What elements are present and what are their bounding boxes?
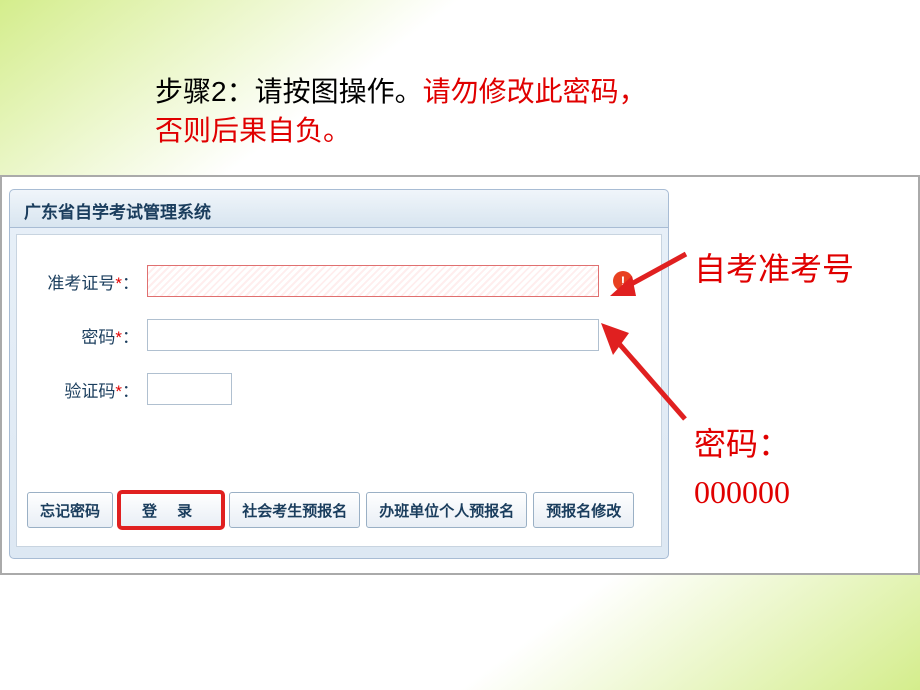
- row-captcha: 验证码*：: [35, 373, 643, 405]
- input-captcha[interactable]: [147, 373, 232, 405]
- error-icon: !: [613, 271, 633, 291]
- panel-title: 广东省自学考试管理系统: [10, 190, 668, 228]
- instruction-text-black: 步骤2：请按图操作。: [155, 76, 423, 107]
- modify-register-button[interactable]: 预报名修改: [533, 492, 634, 528]
- input-password[interactable]: [147, 319, 599, 351]
- row-exam-id: 准考证号*： !: [35, 265, 643, 297]
- login-panel: 广东省自学考试管理系统 准考证号*： ! 密码*： 验证码*：: [9, 189, 669, 559]
- input-exam-id[interactable]: [147, 265, 599, 297]
- button-row: 忘记密码 登 录 社会考生预报名 办班单位个人预报名 预报名修改: [27, 492, 634, 528]
- annotation-exam-id: 自考准考号: [694, 244, 854, 290]
- instruction-text-red-2: 否则后果自负。: [155, 115, 351, 146]
- social-register-button[interactable]: 社会考生预报名: [229, 492, 360, 528]
- unit-register-button[interactable]: 办班单位个人预报名: [366, 492, 527, 528]
- instruction-text-red-1: 请勿修改此密码，: [423, 76, 647, 107]
- annotation-password-label: 密码：: [694, 426, 790, 462]
- login-button[interactable]: 登 录: [119, 492, 223, 528]
- label-exam-id: 准考证号*：: [35, 269, 147, 294]
- step-instruction: 步骤2：请按图操作。请勿修改此密码， 否则后果自负。: [155, 72, 647, 150]
- annotation-password-value: 000000: [694, 474, 790, 510]
- row-password: 密码*：: [35, 319, 643, 351]
- label-password: 密码*：: [35, 323, 147, 348]
- label-captcha: 验证码*：: [35, 377, 147, 402]
- annotation-password: 密码： 000000: [694, 420, 790, 516]
- panel-body: 准考证号*： ! 密码*： 验证码*： 忘记密码 登 录 社会: [16, 234, 662, 547]
- forgot-password-button[interactable]: 忘记密码: [27, 492, 113, 528]
